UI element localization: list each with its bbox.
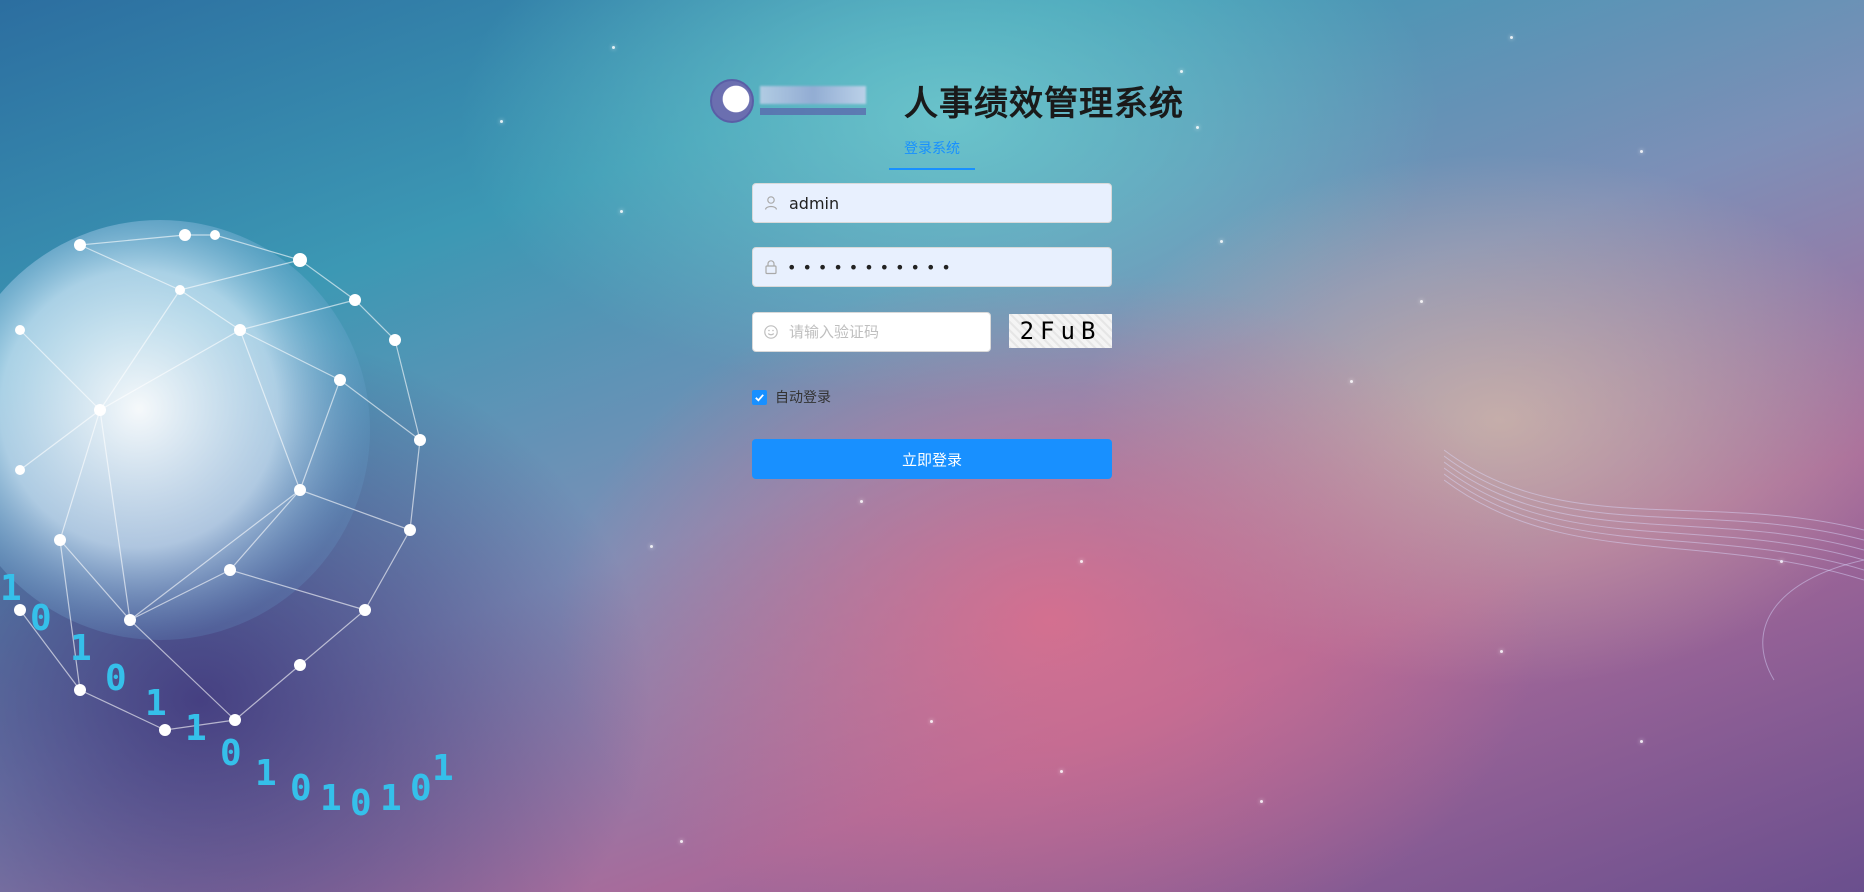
- login-header: 人事绩效管理系统: [710, 76, 1184, 125]
- page-title: 人事绩效管理系统: [904, 84, 1184, 124]
- captcha-icon: [764, 325, 778, 339]
- svg-text:1: 1: [70, 628, 92, 669]
- svg-text:1: 1: [145, 683, 167, 724]
- username-field[interactable]: [752, 183, 1112, 223]
- captcha-input[interactable]: [787, 322, 990, 342]
- captcha-image[interactable]: 2FuB: [1009, 314, 1112, 348]
- auto-login-checkbox[interactable]: [752, 389, 767, 405]
- lock-icon: [765, 260, 777, 275]
- svg-text:1: 1: [432, 748, 454, 789]
- login-page: 101 011 010 101 01 人事绩效管理系统 登录系统 admin •…: [0, 0, 1864, 892]
- svg-text:0: 0: [290, 768, 312, 809]
- auto-login-label: 自动登录: [775, 390, 831, 406]
- svg-text:1: 1: [380, 778, 402, 819]
- svg-text:0: 0: [220, 733, 242, 774]
- svg-text:1: 1: [0, 568, 22, 609]
- username-input[interactable]: [787, 192, 1111, 214]
- password-input[interactable]: •••••••••••: [787, 258, 1111, 277]
- svg-text:1: 1: [320, 778, 342, 819]
- decorative-wave-lines: [1444, 449, 1864, 681]
- svg-text:0: 0: [105, 658, 127, 699]
- captcha-field[interactable]: [752, 312, 991, 352]
- auto-login-toggle[interactable]: 自动登录: [752, 387, 831, 407]
- school-logo: [710, 78, 878, 123]
- user-icon: [764, 196, 778, 210]
- svg-text:0: 0: [30, 598, 52, 639]
- login-button[interactable]: 立即登录: [752, 439, 1112, 479]
- svg-text:0: 0: [410, 768, 432, 809]
- logo-emblem-icon: [710, 78, 754, 123]
- tab-login-system[interactable]: 登录系统: [889, 138, 975, 170]
- svg-text:0: 0: [350, 783, 372, 824]
- check-icon: [755, 393, 764, 402]
- password-field[interactable]: •••••••••••: [752, 247, 1112, 287]
- svg-text:1: 1: [255, 753, 277, 794]
- globe-network-illustration: 101 011 010 101 01: [0, 220, 454, 824]
- svg-text:1: 1: [185, 708, 207, 749]
